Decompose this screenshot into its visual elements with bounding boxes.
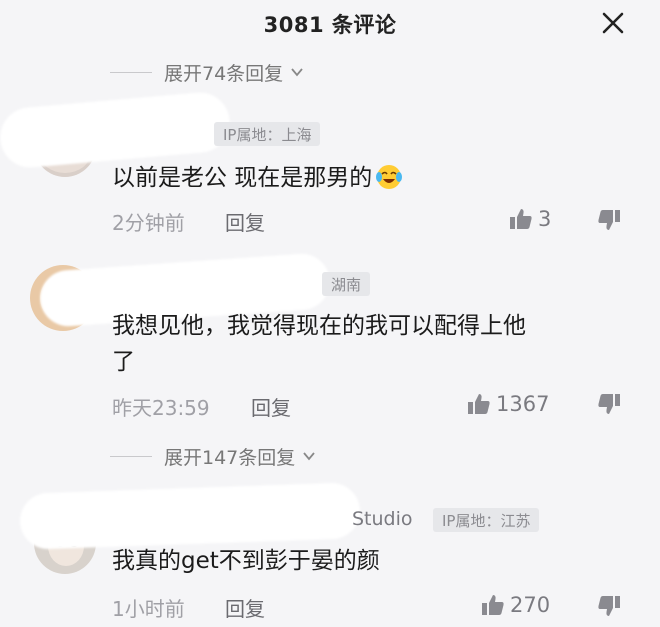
ip-location-label: IP属地：上海 — [223, 125, 312, 144]
reply-button[interactable]: 回复 — [225, 593, 265, 622]
username-fragment: Studio — [352, 508, 413, 530]
comment-time: 昨天23:59 — [112, 396, 210, 420]
thumbs-up-icon — [510, 209, 532, 229]
ip-location-badge: IP属地：江苏 — [433, 508, 540, 532]
like-button[interactable]: 3 — [508, 206, 551, 232]
expand-replies-label: 展开147条回复 — [164, 446, 296, 469]
like-button[interactable]: 270 — [480, 592, 550, 618]
thumbs-down-icon[interactable] — [596, 391, 622, 417]
comments-header: 3081 条评论 — [0, 0, 660, 48]
ip-location-badge: 湖南 — [322, 272, 371, 296]
comment-text-line: 了 — [112, 349, 135, 375]
username-redaction — [19, 482, 361, 550]
ip-location-label: IP属地：江苏 — [442, 511, 531, 530]
like-button[interactable]: 1367 — [466, 391, 549, 417]
expand-divider-line — [110, 71, 152, 73]
thumbs-up-icon — [482, 595, 504, 615]
comment-text: 我想见他，我觉得现在的我可以配得上他 了 — [112, 308, 526, 380]
comment-text: 以前是老公 现在是那男的 — [112, 160, 404, 196]
reply-button[interactable]: 回复 — [251, 392, 291, 421]
chevron-down-icon — [303, 452, 315, 461]
like-count: 270 — [510, 593, 551, 617]
comment-time: 2分钟前 — [112, 211, 185, 235]
comment-text: 我真的get不到彭于晏的颜 — [112, 548, 380, 574]
close-icon[interactable] — [600, 10, 626, 36]
thumbs-down-icon[interactable] — [596, 207, 622, 233]
comments-count-title: 3081 条评论 — [263, 13, 397, 37]
reply-button[interactable]: 回复 — [225, 207, 265, 236]
expand-replies-label: 展开74条回复 — [164, 62, 284, 85]
like-count: 3 — [538, 207, 552, 231]
comment-text-body: 以前是老公 现在是那男的 — [112, 165, 373, 191]
ip-location-badge: IP属地：上海 — [214, 122, 321, 146]
crying-laughing-emoji-icon — [374, 162, 404, 190]
comment-text-line: 我想见他，我觉得现在的我可以配得上他 — [112, 313, 526, 339]
thumbs-up-icon — [468, 394, 490, 414]
expand-replies-top[interactable]: 展开74条回复 — [110, 58, 305, 86]
expand-divider-line — [110, 455, 152, 457]
comment-time: 1小时前 — [112, 597, 185, 621]
like-count: 1367 — [496, 392, 550, 416]
chevron-down-icon — [291, 68, 303, 77]
expand-replies-mid[interactable]: 展开147条回复 — [110, 442, 317, 470]
thumbs-down-icon[interactable] — [596, 593, 622, 619]
username-redaction — [0, 90, 233, 170]
ip-location-label: 湖南 — [331, 275, 362, 294]
